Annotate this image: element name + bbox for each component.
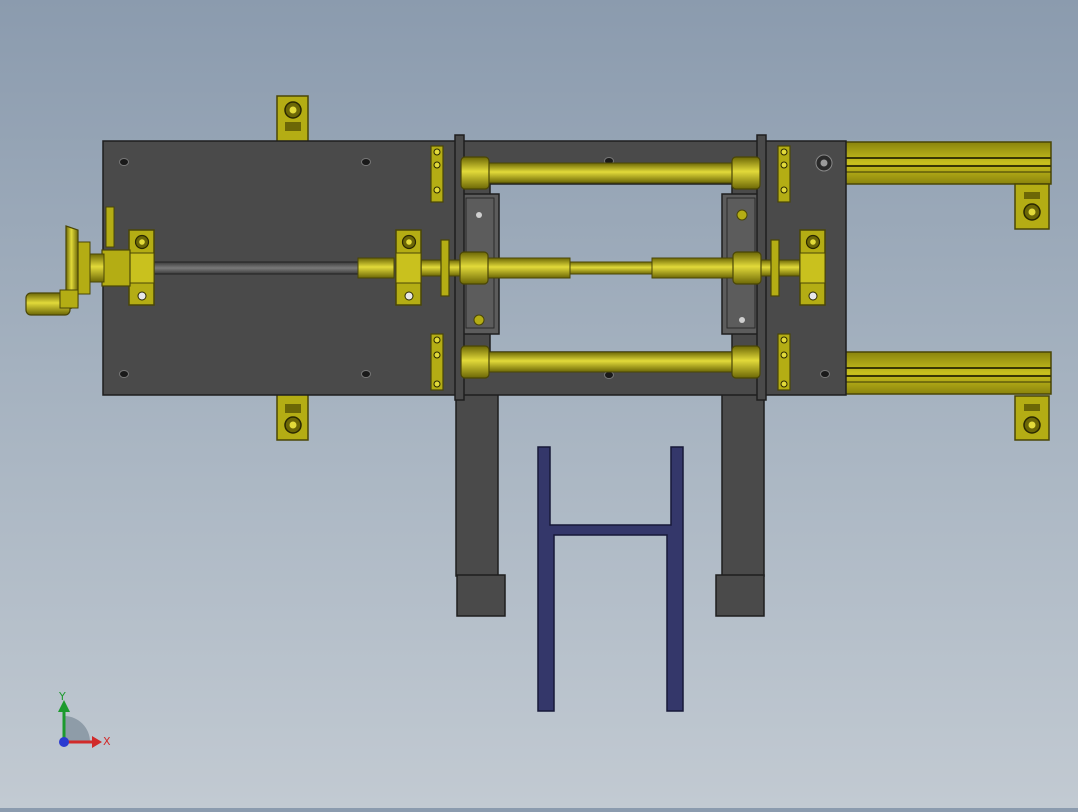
cad-viewport[interactable]: Y X	[0, 0, 1078, 808]
bearing-block-1	[128, 229, 155, 306]
h-frame	[537, 446, 684, 712]
axis-y-label: Y	[58, 690, 66, 703]
assembly-drawing: Y X	[25, 95, 1052, 748]
axis-x-label: X	[103, 735, 111, 748]
aluminium-extrusion-bottom	[844, 351, 1052, 441]
aluminium-extrusion-top	[844, 141, 1052, 230]
bearing-block-2	[395, 229, 422, 306]
mount-lug-bottom	[276, 393, 309, 441]
support-leg-right	[715, 391, 765, 617]
bearing-block-3	[799, 229, 826, 306]
plate-pivot-boss	[815, 154, 833, 172]
support-leg-left	[455, 391, 506, 617]
mount-lug-top	[276, 95, 309, 143]
axis-triad-icon: Y X	[58, 690, 111, 748]
